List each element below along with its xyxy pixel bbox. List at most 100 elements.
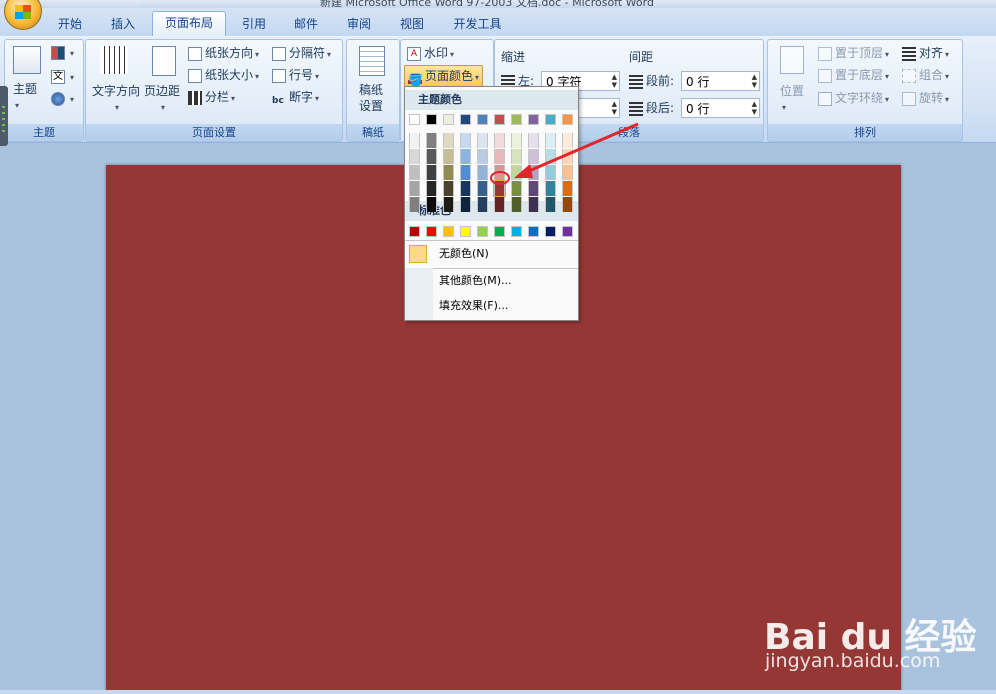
standard-color-swatch[interactable] <box>409 226 420 237</box>
no-color-item[interactable]: 无颜色(N) <box>405 242 578 266</box>
margins-button[interactable]: 页边距 ▾ <box>144 82 180 113</box>
tab-review[interactable]: 审阅 <box>333 13 385 35</box>
theme-shade-swatch[interactable] <box>545 133 556 148</box>
theme-shade-swatch[interactable] <box>477 165 488 180</box>
theme-shade-swatch[interactable] <box>409 165 420 180</box>
theme-shade-swatch[interactable] <box>511 165 522 180</box>
theme-shade-swatch[interactable] <box>460 181 471 196</box>
theme-color-swatch[interactable] <box>528 114 539 125</box>
theme-shade-swatch[interactable] <box>409 133 420 148</box>
size-button[interactable]: 纸张大小 ▾ <box>188 65 259 85</box>
theme-shade-swatch[interactable] <box>545 165 556 180</box>
theme-color-swatch[interactable] <box>494 114 505 125</box>
draft-settings-button[interactable]: 稿纸 设置 <box>359 82 383 114</box>
text-direction-button[interactable]: 文字方向 ▾ <box>92 82 140 113</box>
standard-color-swatch[interactable] <box>528 226 539 237</box>
theme-fonts-button[interactable]: 文 ▾ <box>51 66 74 86</box>
theme-shade-swatch[interactable] <box>426 149 437 164</box>
spacing-after-input[interactable]: 0 行 ▲ ▼ <box>681 98 760 118</box>
group-objects-button[interactable]: 组合 ▾ <box>902 65 949 85</box>
theme-shade-swatch[interactable] <box>494 133 505 148</box>
selected-color-swatch[interactable] <box>493 180 506 197</box>
theme-shade-swatch[interactable] <box>426 197 437 212</box>
align-button[interactable]: 对齐 ▾ <box>902 43 949 63</box>
theme-shade-swatch[interactable] <box>443 149 454 164</box>
tab-page-layout[interactable]: 页面布局 <box>152 11 226 37</box>
theme-shade-swatch[interactable] <box>460 149 471 164</box>
theme-shade-swatch[interactable] <box>511 181 522 196</box>
theme-shade-swatch[interactable] <box>511 133 522 148</box>
theme-shade-swatch[interactable] <box>545 181 556 196</box>
spacing-before-input[interactable]: 0 行 ▲ ▼ <box>681 71 760 91</box>
more-colors-item[interactable]: 其他颜色(M)... <box>405 269 578 293</box>
theme-shade-swatch[interactable] <box>511 197 522 212</box>
bring-to-front-button[interactable]: 置于顶层 ▾ <box>818 43 889 63</box>
theme-shade-swatch[interactable] <box>409 149 420 164</box>
theme-shade-swatch[interactable] <box>528 197 539 212</box>
position-button[interactable]: 位置 ▾ <box>780 82 804 113</box>
theme-effects-button[interactable]: ▾ <box>51 88 74 108</box>
theme-colors-button[interactable]: ▾ <box>51 42 74 62</box>
fill-effects-item[interactable]: 填充效果(F)... <box>405 294 578 318</box>
columns-button[interactable]: 分栏 ▾ <box>188 87 235 107</box>
theme-shade-swatch[interactable] <box>545 197 556 212</box>
breaks-button[interactable]: 分隔符 ▾ <box>272 43 331 63</box>
tab-insert[interactable]: 插入 <box>98 13 148 35</box>
theme-color-swatch[interactable] <box>426 114 437 125</box>
tab-home[interactable]: 开始 <box>45 13 95 35</box>
theme-shade-swatch[interactable] <box>443 197 454 212</box>
theme-shade-swatch[interactable] <box>511 149 522 164</box>
tab-mailings[interactable]: 邮件 <box>280 13 332 35</box>
theme-shade-swatch[interactable] <box>443 133 454 148</box>
text-wrapping-button[interactable]: 文字环绕 ▾ <box>818 88 889 108</box>
theme-shade-swatch[interactable] <box>426 165 437 180</box>
theme-shade-swatch[interactable] <box>477 149 488 164</box>
theme-shade-swatch[interactable] <box>409 197 420 212</box>
theme-shade-swatch[interactable] <box>545 149 556 164</box>
theme-color-swatch[interactable] <box>477 114 488 125</box>
standard-color-swatch[interactable] <box>562 226 573 237</box>
theme-shade-swatch[interactable] <box>528 165 539 180</box>
standard-color-swatch[interactable] <box>477 226 488 237</box>
theme-shade-swatch[interactable] <box>562 197 573 212</box>
theme-color-swatch[interactable] <box>409 114 420 125</box>
tab-view[interactable]: 视图 <box>386 13 438 35</box>
theme-shade-swatch[interactable] <box>528 181 539 196</box>
theme-color-swatch[interactable] <box>511 114 522 125</box>
page-color-button[interactable]: 🪣 页面颜色 ▾ <box>404 65 484 87</box>
standard-color-swatch[interactable] <box>545 226 556 237</box>
theme-shade-swatch[interactable] <box>562 133 573 148</box>
tab-developer[interactable]: 开发工具 <box>440 13 515 35</box>
theme-shade-swatch[interactable] <box>477 197 488 212</box>
theme-shade-swatch[interactable] <box>494 165 505 180</box>
standard-color-swatch[interactable] <box>426 226 437 237</box>
theme-shade-swatch[interactable] <box>528 133 539 148</box>
standard-color-swatch[interactable] <box>460 226 471 237</box>
orientation-button[interactable]: 纸张方向 ▾ <box>188 43 259 63</box>
theme-shade-swatch[interactable] <box>426 181 437 196</box>
rotate-button[interactable]: 旋转 ▾ <box>902 88 949 108</box>
theme-shade-swatch[interactable] <box>528 149 539 164</box>
theme-shade-swatch[interactable] <box>562 165 573 180</box>
themes-button[interactable]: 主题 ▾ <box>13 80 37 111</box>
theme-shade-swatch[interactable] <box>562 149 573 164</box>
theme-shade-swatch[interactable] <box>460 165 471 180</box>
theme-color-swatch[interactable] <box>443 114 454 125</box>
theme-shade-swatch[interactable] <box>460 197 471 212</box>
theme-shade-swatch[interactable] <box>460 133 471 148</box>
side-panel-handle[interactable] <box>0 86 8 146</box>
theme-shade-swatch[interactable] <box>443 165 454 180</box>
hyphenation-button[interactable]: bc 断字 ▾ <box>272 87 319 107</box>
quick-access-toolbar[interactable] <box>46 0 141 7</box>
watermark-button[interactable]: A 水印 ▾ <box>407 43 454 63</box>
line-numbers-button[interactable]: 行号 ▾ <box>272 65 319 85</box>
theme-shade-swatch[interactable] <box>443 181 454 196</box>
theme-shade-swatch[interactable] <box>426 133 437 148</box>
tab-references[interactable]: 引用 <box>229 13 279 35</box>
theme-color-swatch[interactable] <box>460 114 471 125</box>
theme-shade-swatch[interactable] <box>562 181 573 196</box>
theme-color-swatch[interactable] <box>562 114 573 125</box>
theme-shade-swatch[interactable] <box>477 181 488 196</box>
standard-color-swatch[interactable] <box>511 226 522 237</box>
theme-shade-swatch[interactable] <box>477 133 488 148</box>
